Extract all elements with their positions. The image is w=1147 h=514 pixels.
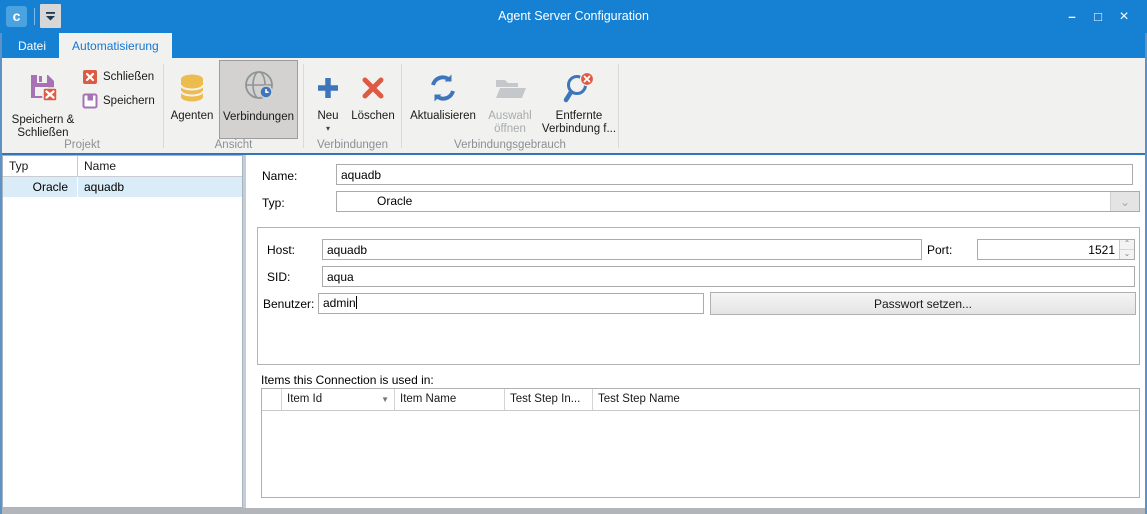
chevron-down-icon: ▾ [326, 125, 330, 133]
main-content: Typ Name Oracle aquadb Name: Typ: Oracle… [0, 155, 1147, 508]
refresh-button[interactable]: Aktualisieren [405, 62, 481, 140]
ribbon-tabstrip: Datei Automatisierung [0, 33, 1147, 58]
connections-view-button[interactable]: Verbindungen [219, 60, 298, 139]
sort-descending-icon[interactable]: ▼ [381, 389, 389, 410]
port-spin-buttons: ⌃ ⌄ [1119, 240, 1134, 259]
connection-list-panel: Typ Name Oracle aquadb [2, 155, 243, 508]
usage-table-header: Item Id ▼ Item Name Test Step In... Test… [262, 389, 1139, 411]
save-icon [82, 93, 98, 109]
close-project-button[interactable]: Schließen [82, 67, 154, 87]
minimize-button[interactable]: – [1059, 9, 1085, 24]
magnifier-x-icon [562, 68, 596, 108]
tab-automatisierung[interactable]: Automatisierung [59, 33, 172, 58]
chevron-down-icon: ⌄ [1120, 195, 1130, 209]
refresh-icon [427, 68, 459, 108]
qat-separator [34, 8, 35, 25]
connection-list-header: Typ Name [3, 156, 242, 177]
open-selection-label: Auswahl öffnen [482, 110, 538, 136]
plus-icon [315, 68, 341, 108]
save-project-button[interactable]: Speichern [82, 91, 155, 111]
save-and-close-button[interactable]: Speichern & Schließen [6, 62, 80, 140]
new-connection-label: Neu [317, 110, 338, 123]
globe-icon [240, 65, 278, 109]
remote-connection-label: Entfernte Verbindung f... [539, 110, 619, 136]
typ-combobox[interactable]: Oracle ⌄ [336, 191, 1140, 212]
ribbon-group-projekt: Projekt [2, 139, 162, 152]
port-spinner: ⌃ ⌄ [977, 239, 1135, 260]
user-input[interactable]: admin [318, 293, 704, 314]
close-red-icon [82, 69, 98, 85]
ribbon: Speichern & Schließen Schließen Speicher… [0, 58, 1147, 155]
customize-toolbar-icon [45, 12, 56, 21]
refresh-label: Aktualisieren [410, 110, 476, 123]
port-input[interactable] [978, 240, 1119, 259]
tab-datei[interactable]: Datei [5, 33, 59, 58]
typ-value: Oracle [377, 192, 412, 211]
remote-connection-button[interactable]: Entfernte Verbindung f... [539, 62, 619, 140]
ribbon-separator [303, 64, 304, 148]
ribbon-separator [401, 64, 402, 148]
ribbon-group-verbindungen: Verbindungen [304, 139, 401, 152]
user-value: admin [323, 296, 356, 310]
app-window: c Agent Server Configuration – □ × Datei… [0, 0, 1147, 514]
close-project-label: Schließen [103, 71, 154, 83]
column-header-test-step-name[interactable]: Test Step Name [593, 389, 1139, 410]
usage-indicator-column [262, 389, 282, 410]
ribbon-separator [163, 64, 164, 148]
delete-connection-label: Löschen [351, 110, 394, 123]
database-icon [177, 68, 207, 108]
connection-row-oracle-aquadb[interactable]: Oracle aquadb [3, 177, 242, 197]
save-and-close-icon [26, 68, 60, 106]
window-border-bottom [0, 508, 1147, 514]
column-header-typ[interactable]: Typ [3, 156, 78, 176]
quick-access-dropdown-button[interactable] [40, 4, 61, 28]
connection-name-cell: aquadb [78, 177, 242, 197]
column-header-name[interactable]: Name [78, 156, 242, 176]
combo-dropdown-button[interactable]: ⌄ [1110, 192, 1139, 211]
maximize-button[interactable]: □ [1085, 9, 1111, 24]
host-label: Host: [267, 243, 295, 257]
text-cursor [356, 296, 357, 309]
column-header-item-id[interactable]: Item Id ▼ [282, 389, 395, 410]
window-title: Agent Server Configuration [0, 0, 1147, 33]
sid-label: SID: [267, 270, 290, 284]
column-header-item-name[interactable]: Item Name [395, 389, 505, 410]
open-selection-button[interactable]: Auswahl öffnen [482, 62, 538, 140]
typ-label: Typ: [262, 196, 285, 210]
sid-input[interactable] [322, 266, 1135, 287]
user-label: Benutzer: [263, 297, 314, 311]
connection-typ-cell: Oracle [3, 177, 78, 197]
ribbon-group-ansicht: Ansicht [164, 139, 303, 152]
save-and-close-label: Speichern & Schließen [6, 114, 80, 140]
name-input[interactable] [336, 164, 1133, 185]
titlebar: c Agent Server Configuration – □ × [0, 0, 1147, 33]
connections-view-label: Verbindungen [223, 111, 294, 124]
agents-button[interactable]: Agenten [166, 62, 218, 140]
name-label: Name: [262, 169, 297, 183]
window-border-left [0, 33, 2, 514]
folder-open-icon [493, 68, 527, 108]
app-logo-icon[interactable]: c [6, 6, 27, 27]
item-id-label: Item Id [287, 389, 322, 410]
save-project-label: Speichern [103, 95, 155, 107]
connection-detail-panel: Name: Typ: Oracle ⌄ Host: Port: ⌃ ⌄ SID: [246, 155, 1145, 508]
close-button[interactable]: × [1111, 10, 1137, 24]
ribbon-group-verbindungsgebrauch: Verbindungsgebrauch [402, 139, 618, 152]
connection-settings-groupbox: Host: Port: ⌃ ⌄ SID: Benutzer: admin Pas… [257, 227, 1140, 365]
usage-table: Item Id ▼ Item Name Test Step In... Test… [261, 388, 1140, 498]
ribbon-separator [618, 64, 619, 148]
delete-x-icon [360, 68, 386, 108]
new-connection-button[interactable]: Neu ▾ [308, 62, 348, 140]
set-password-button[interactable]: Passwort setzen... [710, 292, 1136, 315]
window-controls: – □ × [1059, 0, 1137, 33]
usage-caption: Items this Connection is used in: [261, 373, 434, 387]
port-label: Port: [927, 243, 952, 257]
delete-connection-button[interactable]: Löschen [349, 62, 397, 140]
column-header-test-step-in[interactable]: Test Step In... [505, 389, 593, 410]
agents-label: Agenten [171, 110, 214, 123]
host-input[interactable] [322, 239, 922, 260]
usage-table-body [262, 411, 1139, 497]
spin-down-icon[interactable]: ⌄ [1120, 250, 1134, 259]
